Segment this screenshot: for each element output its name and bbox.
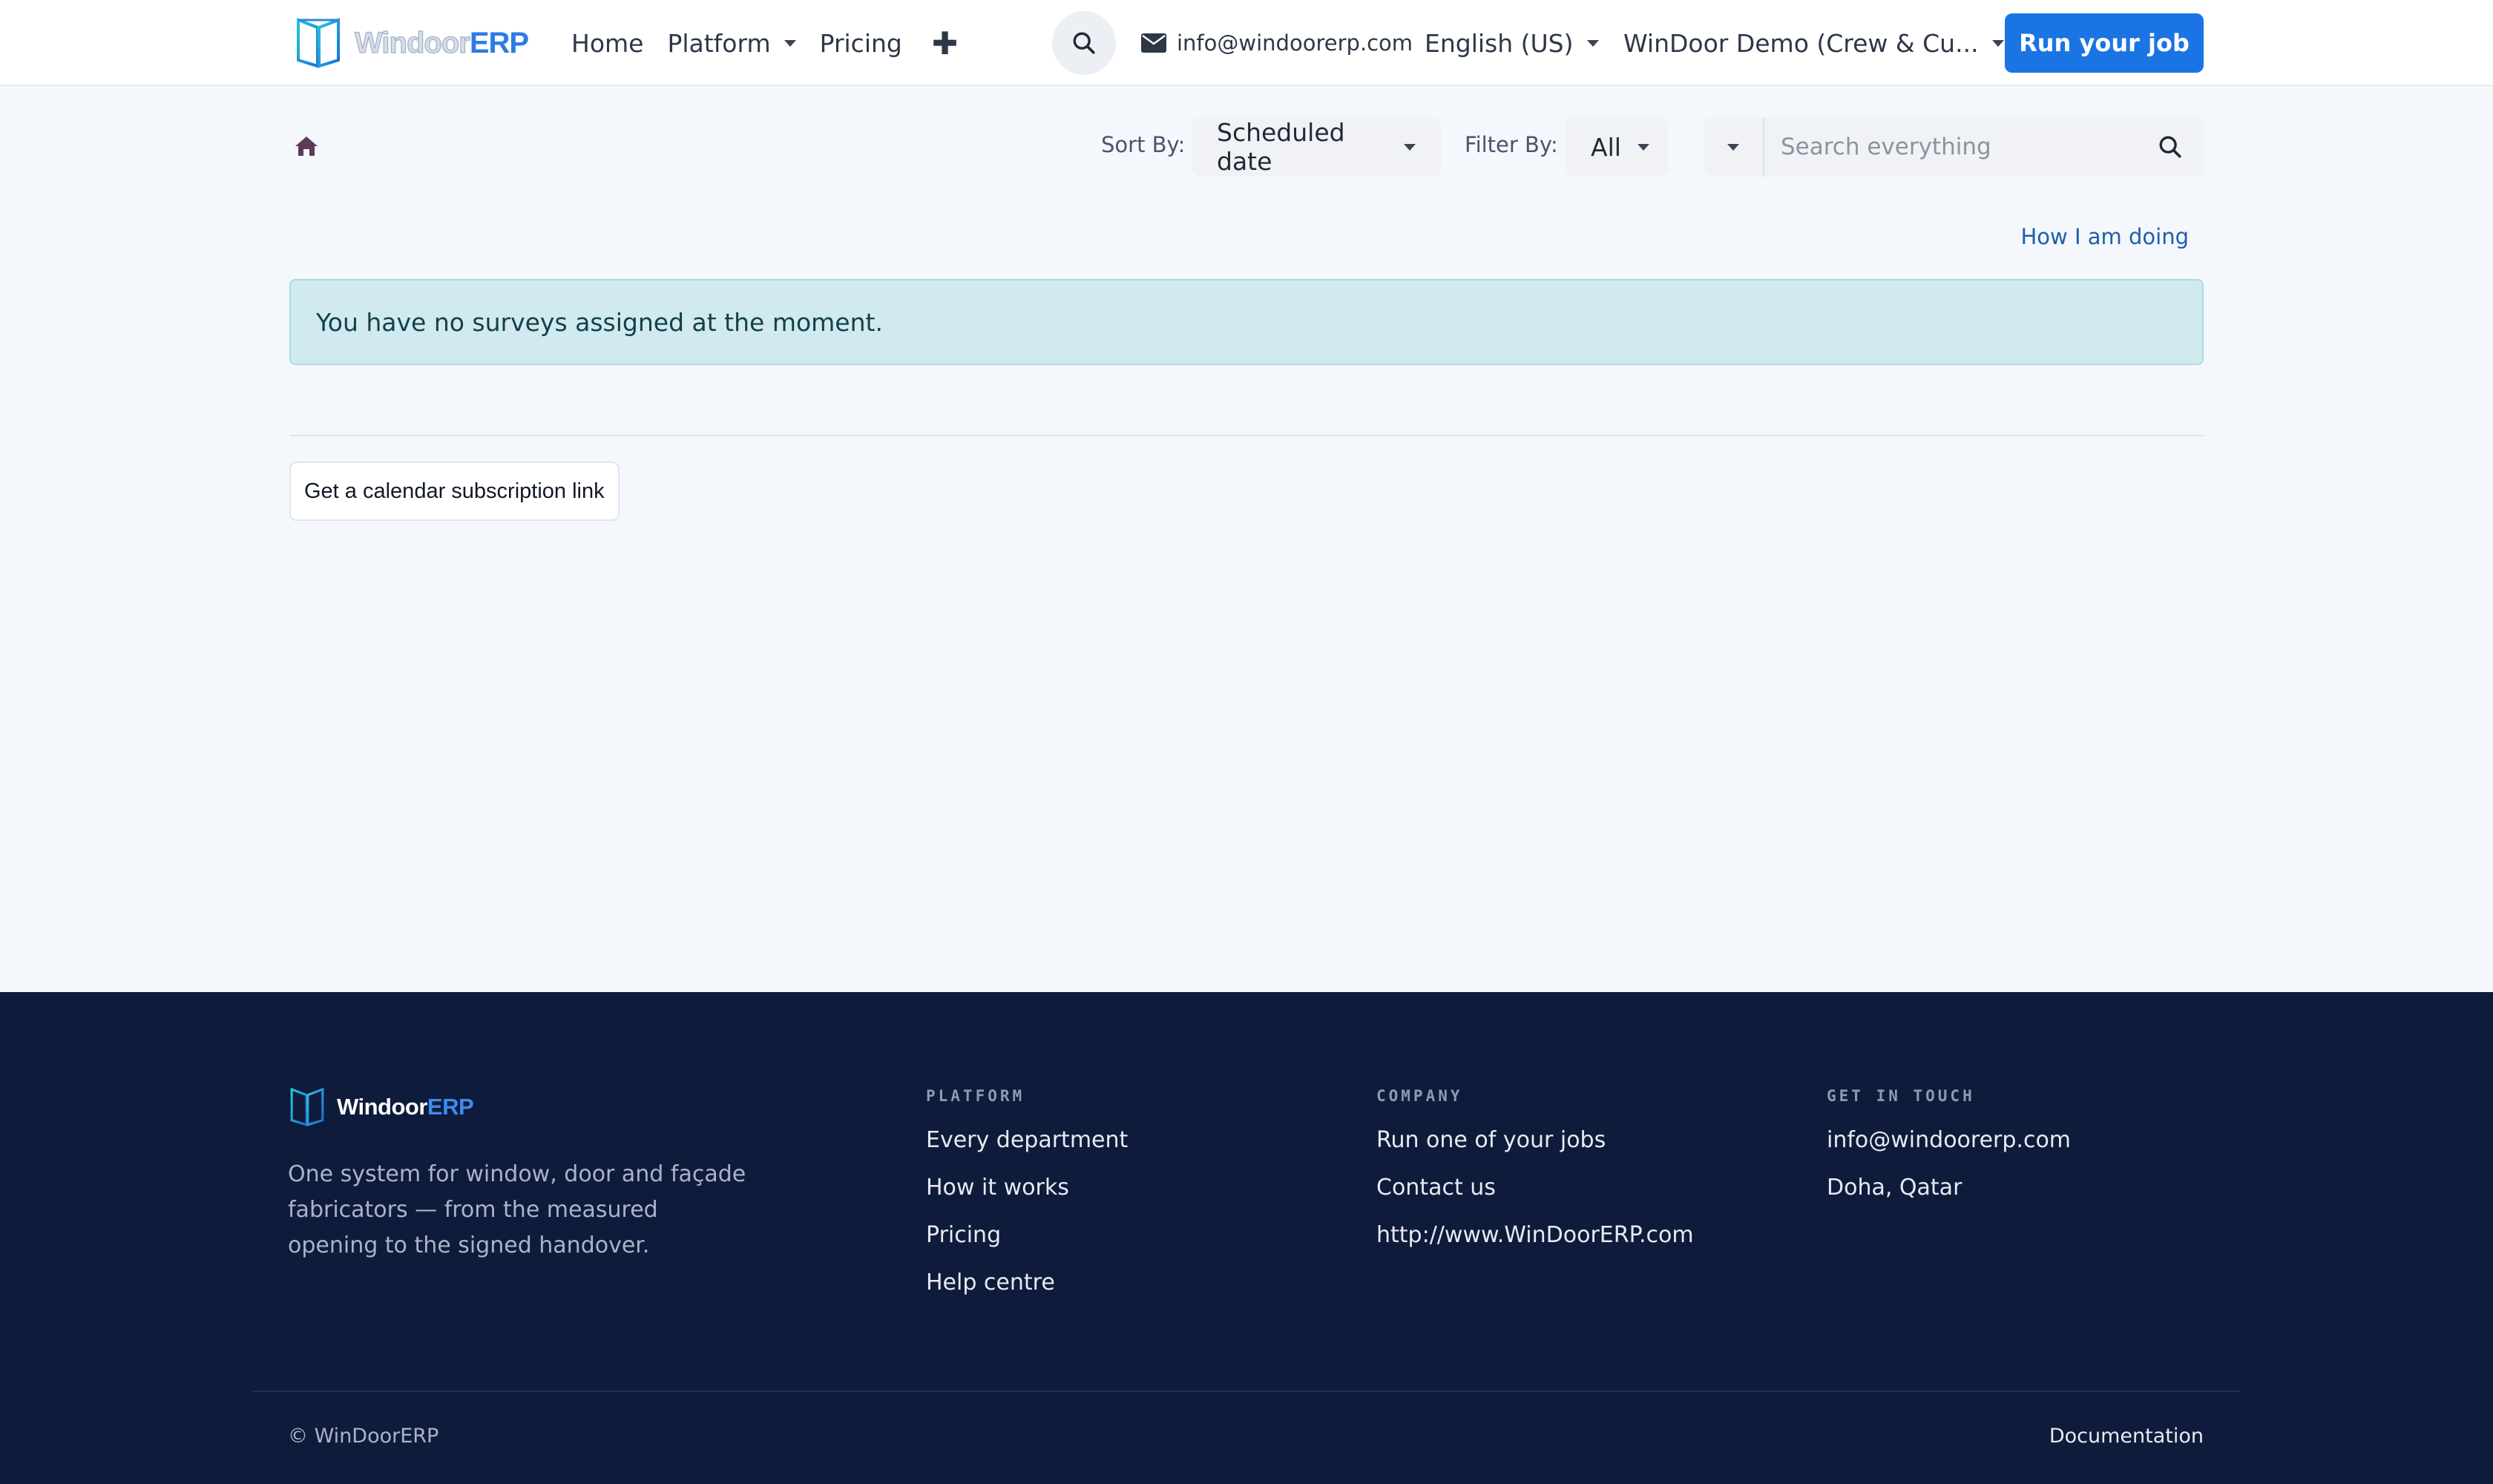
footer-logo[interactable]: WindoorERP — [289, 1087, 474, 1127]
search-input[interactable] — [1764, 117, 2137, 177]
chevron-down-icon — [1404, 143, 1416, 151]
language-dropdown[interactable]: English (US) — [1425, 0, 1599, 86]
header-email-text: info@windoorerp.com — [1177, 30, 1413, 56]
top-navbar: WindoorERP Home Platform Pricing ✚ info@… — [0, 0, 2493, 86]
company-label: WinDoor Demo (Crew & Cu... — [1623, 28, 1979, 58]
chevron-down-icon — [1637, 143, 1649, 151]
plus-icon[interactable]: ✚ — [932, 25, 958, 62]
footer-heading-platform: PLATFORM — [926, 1087, 1025, 1105]
window-logo-icon — [290, 1087, 324, 1127]
footer-company-column: COMPANY Run one of your jobs Contact us … — [1376, 1087, 1694, 1270]
window-logo-icon — [297, 18, 340, 68]
header-email-link[interactable]: info@windoorerp.com — [1141, 0, 1413, 86]
nav-pricing[interactable]: Pricing — [820, 29, 902, 58]
footer-brand-name: WindoorERP — [337, 1094, 474, 1120]
footer-link-how-it-works[interactable]: How it works — [926, 1164, 1128, 1212]
footer-link-every-department[interactable]: Every department — [926, 1117, 1128, 1164]
chevron-down-icon — [784, 39, 796, 47]
filter-by-value: All — [1591, 132, 1621, 162]
footer-heading-contact: GET IN TOUCH — [1827, 1087, 1975, 1105]
section-divider — [289, 435, 2204, 436]
no-surveys-alert: You have no surveys assigned at the mome… — [289, 279, 2204, 365]
nav-platform-label: Platform — [667, 28, 771, 58]
footer-link-pricing[interactable]: Pricing — [926, 1212, 1128, 1259]
nav-platform-dropdown[interactable]: Platform — [667, 28, 796, 58]
footer-copyright: © WinDoorERP — [288, 1425, 439, 1448]
filter-by-select[interactable]: All — [1566, 117, 1668, 177]
main-nav: Home Platform Pricing ✚ — [571, 0, 958, 86]
how-i-am-doing-link[interactable]: How I am doing — [2021, 224, 2190, 249]
sort-by-value: Scheduled date — [1217, 118, 1345, 176]
sort-by-select[interactable]: Scheduled date — [1192, 117, 1441, 177]
calendar-subscription-button[interactable]: Get a calendar subscription link — [289, 462, 620, 521]
sort-by-label: Sort By: — [1101, 132, 1186, 157]
search-group — [1704, 117, 2204, 177]
search-icon — [2159, 136, 2181, 158]
footer-divider — [252, 1391, 2241, 1392]
search-icon — [1073, 32, 1095, 54]
brand-name: WindoorERP — [354, 26, 529, 59]
company-dropdown[interactable]: WinDoor Demo (Crew & Cu... — [1623, 0, 2004, 86]
envelope-icon — [1141, 33, 1166, 53]
chevron-down-icon — [1586, 39, 1599, 47]
filter-by-label: Filter By: — [1465, 132, 1558, 157]
footer-documentation-link[interactable]: Documentation — [2049, 1425, 2204, 1448]
site-footer: WindoorERP One system for window, door a… — [0, 992, 2493, 1484]
footer-tagline: One system for window, door and façade f… — [288, 1161, 746, 1258]
brand-logo[interactable]: WindoorERP — [295, 16, 529, 70]
footer-location: Doha, Qatar — [1827, 1175, 1962, 1201]
footer-link-contact[interactable]: Contact us — [1376, 1164, 1694, 1212]
header-search-button[interactable] — [1052, 11, 1116, 75]
footer-platform-column: PLATFORM Every department How it works P… — [926, 1087, 1128, 1317]
nav-home[interactable]: Home — [571, 29, 643, 58]
footer-link-email[interactable]: info@windoorerp.com — [1827, 1117, 2071, 1164]
footer-link-help-centre[interactable]: Help centre — [926, 1259, 1128, 1307]
run-your-job-button[interactable]: Run your job — [2005, 13, 2204, 73]
chevron-down-icon — [1727, 143, 1739, 151]
search-scope-dropdown[interactable] — [1704, 117, 1764, 177]
footer-link-website[interactable]: http://www.WinDoorERP.com — [1376, 1212, 1694, 1259]
chevron-down-icon — [1991, 39, 2004, 47]
footer-link-run-job[interactable]: Run one of your jobs — [1376, 1117, 1694, 1164]
home-icon[interactable] — [294, 135, 319, 157]
language-label: English (US) — [1425, 28, 1574, 58]
footer-contact-column: GET IN TOUCH info@windoorerp.com Doha, Q… — [1827, 1087, 2071, 1222]
footer-heading-company: COMPANY — [1376, 1087, 1463, 1105]
search-submit-button[interactable] — [2137, 117, 2204, 177]
